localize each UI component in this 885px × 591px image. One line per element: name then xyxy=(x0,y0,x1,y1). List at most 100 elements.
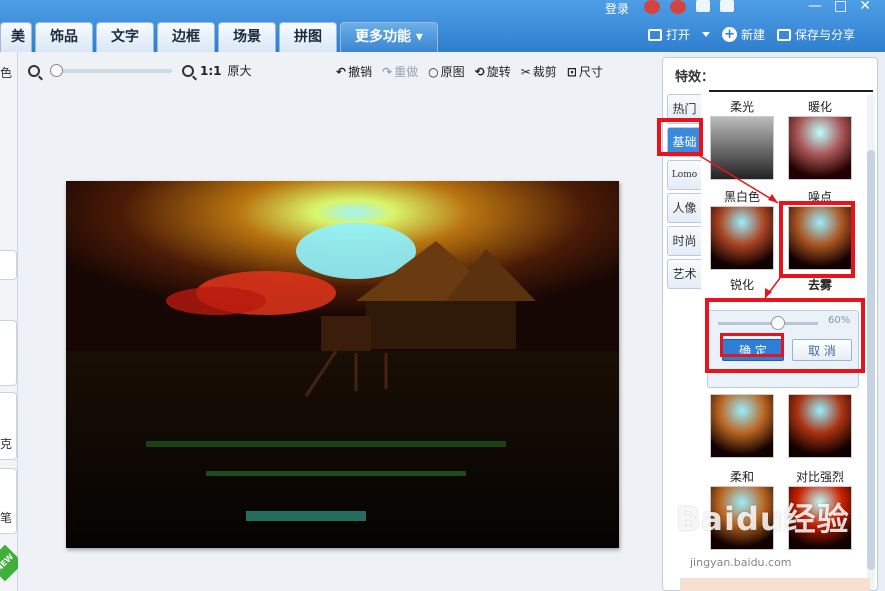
zoom-slider-knob[interactable] xyxy=(50,63,63,77)
tab-fashion[interactable]: 时尚 xyxy=(667,226,701,256)
effect-dehaze[interactable]: 去雾 xyxy=(787,276,853,294)
original-label: 原图 xyxy=(440,65,465,79)
tab-scene[interactable]: 场景 xyxy=(218,22,276,52)
sunset-photo xyxy=(66,181,619,548)
main-tabs: 美容 饰品 文字 边框 场景 拼图 更多功能 ▾ xyxy=(0,22,438,52)
confirm-button[interactable]: 确 定 xyxy=(722,339,784,361)
edit-actions: ↶ 撤销 ↷ 重做 ○ 原图 ⟲ 旋转 ✂ 裁剪 ⊡ 尺寸 xyxy=(336,63,603,80)
watermark-logo: Baidu经验 xyxy=(676,500,850,538)
window-controls: — □ ✕ xyxy=(808,0,871,14)
left-label-gram: 克 xyxy=(0,437,13,451)
zoom-in-icon[interactable] xyxy=(182,64,194,77)
actual-size-ratio[interactable]: 1:1 xyxy=(200,64,222,78)
effect-thumbnail xyxy=(788,116,852,180)
folder-icon xyxy=(648,28,662,41)
tab-accessories[interactable]: 饰品 xyxy=(35,22,93,52)
effect-label: 柔和 xyxy=(729,470,754,484)
left-tool-slot[interactable] xyxy=(0,320,17,386)
effect-label: 暖化 xyxy=(807,100,832,114)
rotate-icon: ⟲ xyxy=(474,64,485,79)
effect-warm[interactable]: 暖化 xyxy=(787,98,853,180)
left-tool-slot[interactable]: 笔 xyxy=(0,468,17,534)
effect-label: 黑白色 xyxy=(723,190,760,204)
tab-basic[interactable]: 基础 xyxy=(667,127,701,157)
open-label: 打开 xyxy=(666,28,691,42)
redo-icon: ↷ xyxy=(382,64,393,79)
original-button[interactable]: ○ 原图 xyxy=(428,63,465,80)
resize-button[interactable]: ⊡ 尺寸 xyxy=(567,63,603,80)
tab-lomo[interactable]: Lomo xyxy=(667,160,701,190)
undo-label: 撤销 xyxy=(348,65,373,79)
intensity-percent: 60% xyxy=(828,315,851,326)
close-button[interactable]: ✕ xyxy=(859,0,871,14)
intensity-slider[interactable] xyxy=(718,316,818,330)
intensity-slider-knob[interactable] xyxy=(771,316,785,330)
panel-title: 特效： xyxy=(675,70,715,85)
tab-hot[interactable]: 热门 xyxy=(667,94,701,124)
redo-button[interactable]: ↷ 重做 xyxy=(382,63,418,80)
left-label-pen: 笔 xyxy=(0,511,13,525)
top-icon-group xyxy=(644,0,734,14)
save-share-button[interactable]: 保存与分享 xyxy=(777,26,855,43)
minimize-button[interactable]: — xyxy=(808,0,822,14)
effect-thumb-b[interactable] xyxy=(787,394,853,458)
rotate-button[interactable]: ⟲ 旋转 xyxy=(475,63,511,80)
plus-icon: + xyxy=(722,27,738,42)
scrollbar-thumb[interactable] xyxy=(867,150,875,570)
qq-icon[interactable] xyxy=(644,0,660,14)
left-tool-strip: 色 克 笔 xyxy=(0,52,18,591)
undo-button[interactable]: ↶ 撤销 xyxy=(336,63,372,80)
effect-soft-light[interactable]: 柔光 xyxy=(709,98,775,180)
tab-portrait[interactable]: 人像 xyxy=(667,193,701,223)
zoom-out-icon[interactable] xyxy=(28,64,40,77)
tab-border[interactable]: 边框 xyxy=(157,22,215,52)
effect-thumbnail xyxy=(788,206,852,270)
open-button[interactable]: 打开 xyxy=(648,26,690,43)
rotate-label: 旋转 xyxy=(486,65,511,79)
new-label: 新建 xyxy=(741,28,766,42)
menu-icon[interactable] xyxy=(720,0,734,12)
effect-thumb-a[interactable] xyxy=(709,394,775,458)
effect-black-white[interactable]: 黑白色 xyxy=(709,188,775,270)
actual-size-label[interactable]: 原大 xyxy=(228,62,252,79)
chevron-down-icon[interactable] xyxy=(702,32,711,37)
tab-collage[interactable]: 拼图 xyxy=(279,22,337,52)
effect-label: 对比强烈 xyxy=(795,470,844,484)
effect-thumbnail xyxy=(788,394,852,458)
login-link[interactable]: 登录 xyxy=(605,0,629,17)
file-actions: 打开 + 新建 保存与分享 xyxy=(648,26,855,43)
photo-preview[interactable] xyxy=(66,181,619,548)
effect-sharpen[interactable]: 锐化 xyxy=(709,276,775,294)
maximize-button[interactable]: □ xyxy=(834,0,847,14)
tab-beauty[interactable]: 美容 xyxy=(0,22,32,52)
new-button[interactable]: + 新建 xyxy=(722,26,765,43)
panel-scrollbar[interactable] xyxy=(867,94,875,590)
redo-label: 重做 xyxy=(394,65,419,79)
original-icon: ○ xyxy=(428,64,439,79)
panel-divider xyxy=(709,90,873,92)
effect-thumbnail xyxy=(710,116,774,180)
zoom-slider[interactable] xyxy=(50,63,172,77)
effect-label: 柔光 xyxy=(729,100,754,114)
left-tool-slot[interactable]: 克 xyxy=(0,392,17,460)
title-bar: 登录 — □ ✕ 美容 饰品 文字 边框 场景 拼图 更多功能 ▾ 打开 + 新… xyxy=(0,0,885,52)
effect-noise[interactable]: 噪点 xyxy=(787,188,853,270)
resize-label: 尺寸 xyxy=(578,65,603,79)
zoom-control: 1:1 原大 xyxy=(28,62,252,79)
crop-button[interactable]: ✂ 裁剪 xyxy=(521,63,557,80)
feedback-icon[interactable] xyxy=(696,0,710,12)
save-icon xyxy=(777,28,792,41)
effect-label: 噪点 xyxy=(807,190,832,204)
tab-more-features[interactable]: 更多功能 ▾ xyxy=(340,22,438,52)
undo-icon: ↶ xyxy=(336,64,347,79)
left-tool-slot[interactable] xyxy=(0,250,17,280)
ad-banner[interactable] xyxy=(680,578,870,591)
weibo-icon[interactable] xyxy=(670,0,686,14)
tab-more-label: 更多功能 xyxy=(355,29,411,45)
cancel-button[interactable]: 取 消 xyxy=(792,339,852,361)
effect-adjust-box: 60% 确 定 取 消 xyxy=(707,310,859,388)
tab-text[interactable]: 文字 xyxy=(96,22,154,52)
tab-art[interactable]: 艺术 xyxy=(667,259,701,289)
effect-category-tabs: 热门 基础 Lomo 人像 时尚 艺术 xyxy=(667,94,701,292)
resize-icon: ⊡ xyxy=(566,64,577,79)
